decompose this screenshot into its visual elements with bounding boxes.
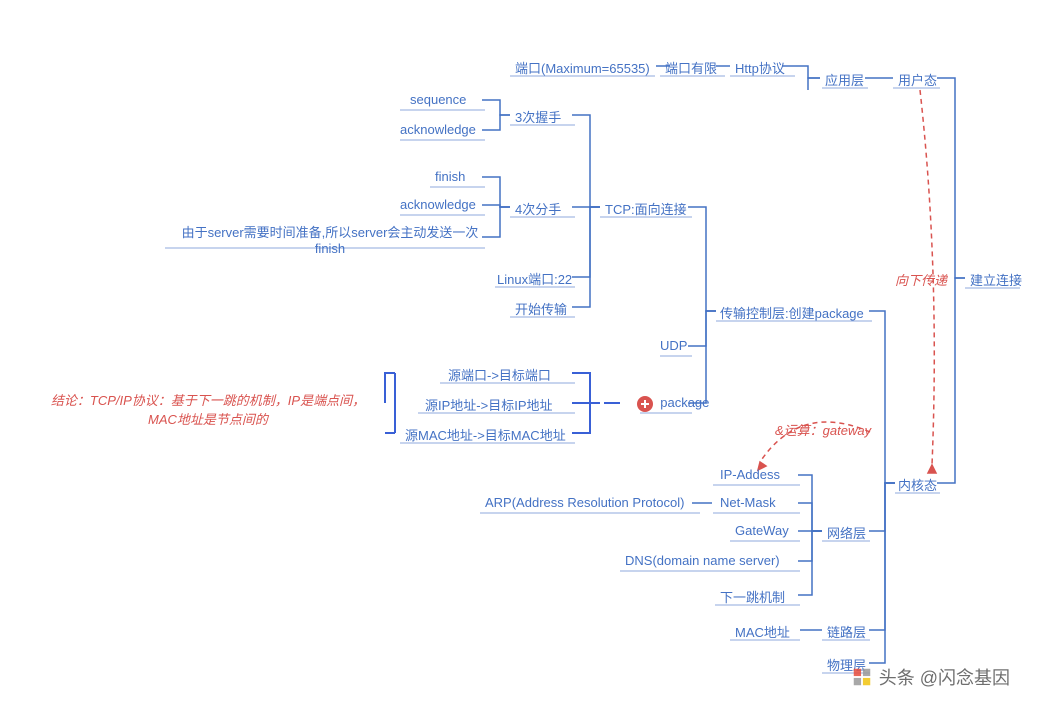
node-linux-port: Linux端口:22 xyxy=(497,269,572,288)
node-package: package xyxy=(637,395,709,412)
node-nexthop: 下一跳机制 xyxy=(720,587,785,606)
node-server-finish: 由于server需要时间准备,所以server会主动发送一次finish xyxy=(170,222,490,256)
expand-icon[interactable] xyxy=(637,396,653,412)
node-finish: finish xyxy=(435,169,465,184)
watermark-text: 头条 @闪念基因 xyxy=(879,664,1010,690)
layer-network: 网络层 xyxy=(827,523,866,542)
watermark: 头条 @闪念基因 xyxy=(851,664,1010,690)
root-node: 建立连接 xyxy=(970,270,1022,289)
node-port-limit: 端口有限 xyxy=(665,58,717,77)
node-ack2: acknowledge xyxy=(400,197,476,212)
package-label: package xyxy=(660,395,709,410)
node-pkg-mac: 源MAC地址->目标MAC地址 xyxy=(405,425,566,444)
layer-user: 用户态 xyxy=(898,70,937,89)
layer-kernel: 内核态 xyxy=(898,475,937,494)
layer-transport: 传输控制层:创建package xyxy=(720,303,864,322)
node-pkg-port: 源端口->目标端口 xyxy=(448,365,551,384)
node-pkg-ip: 源IP地址->目标IP地址 xyxy=(425,395,553,414)
node-port-max: 端口(Maximum=65535) xyxy=(515,58,650,77)
node-mac: MAC地址 xyxy=(735,622,790,641)
node-handshake: 3次握手 xyxy=(515,107,561,126)
annotation-conclusion: 结论：TCP/IP协议：基于下一跳的机制，IP是端点间，MAC地址是节点间的 xyxy=(38,390,378,428)
node-http: Http协议 xyxy=(735,58,785,77)
annotation-down-pass: 向下传递 xyxy=(895,270,947,289)
node-tcp: TCP:面向连接 xyxy=(605,199,687,218)
node-sequence: sequence xyxy=(410,92,466,107)
node-ip: IP-Addess xyxy=(720,467,780,482)
logo-icon xyxy=(851,666,873,688)
node-arp: ARP(Address Resolution Protocol) xyxy=(485,495,684,510)
layer-link: 链路层 xyxy=(827,622,866,641)
node-ack1: acknowledge xyxy=(400,122,476,137)
node-udp: UDP xyxy=(660,338,687,353)
layer-app: 应用层 xyxy=(825,70,864,89)
node-finhand: 4次分手 xyxy=(515,199,561,218)
node-dns: DNS(domain name server) xyxy=(625,553,780,568)
node-start-tx: 开始传输 xyxy=(515,299,567,318)
annotation-gateway-op: &运算：gateway xyxy=(775,420,871,439)
node-gateway: GateWay xyxy=(735,523,789,538)
node-netmask: Net-Mask xyxy=(720,495,776,510)
